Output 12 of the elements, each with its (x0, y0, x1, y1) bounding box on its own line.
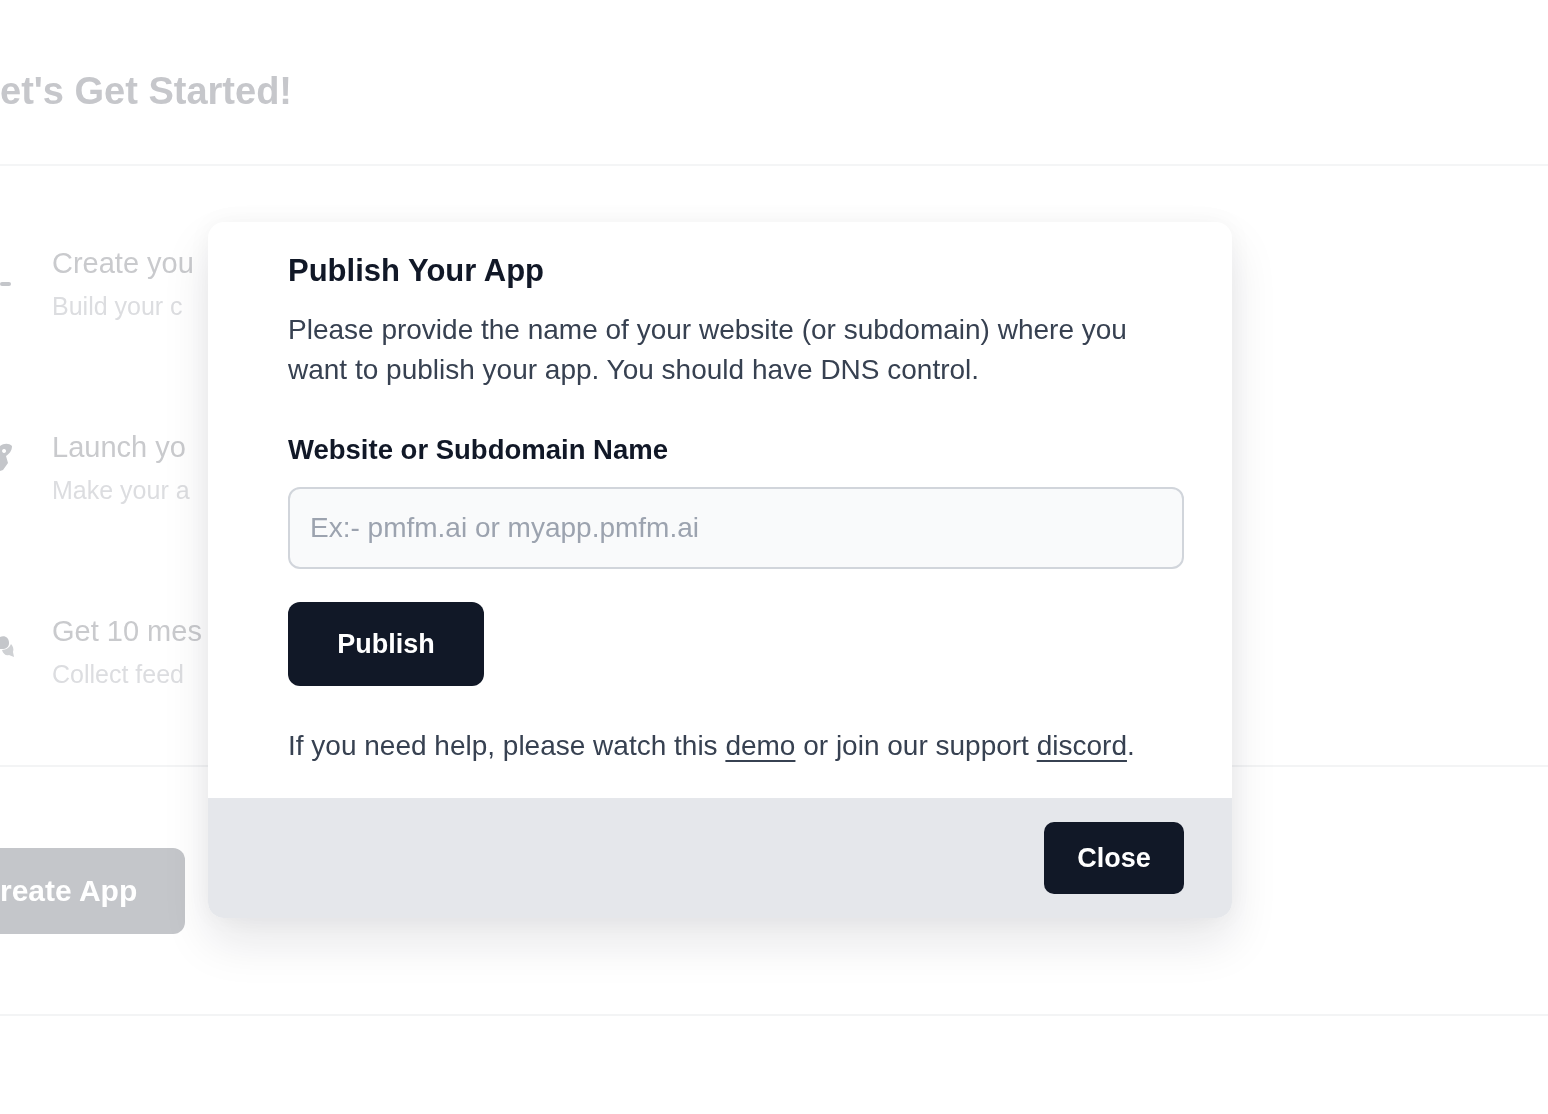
help-link[interactable]: discord (1036, 730, 1127, 761)
dialog-description: Please provide the name of your website (or subdomain) where you want to publish your app. You should have DNS control. (288, 313, 1128, 387)
publish-button[interactable]: Publish (288, 602, 484, 686)
field-label: Website or Subdomain Name (288, 433, 668, 467)
page-heading: et's Get Started! (0, 69, 292, 114)
dash-icon (0, 282, 11, 286)
rocket-icon (0, 443, 12, 473)
close-button[interactable]: Close (1044, 822, 1184, 894)
help-text: If you need help, please watch this demo or join our support discord. (288, 729, 1135, 763)
dialog-title: Publish Your App (288, 252, 545, 290)
help-link[interactable]: demo (725, 730, 796, 761)
website-input[interactable]: Ex:- pmfm.ai or myapp.pmfm.ai (288, 487, 1184, 569)
